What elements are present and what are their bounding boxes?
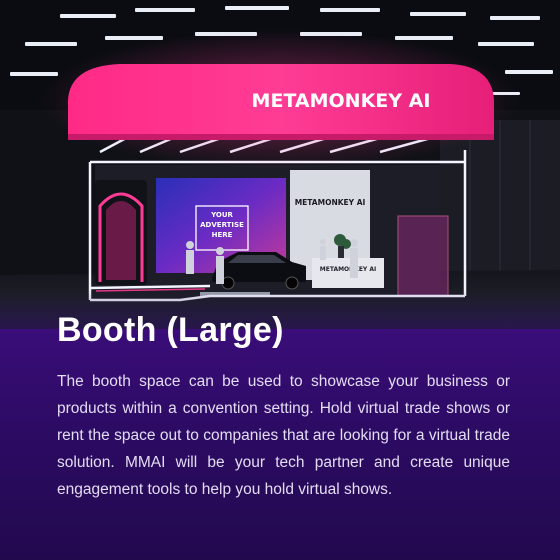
card-title: Booth (Large) bbox=[57, 311, 284, 349]
card-description: The booth space can be used to showcase … bbox=[57, 373, 510, 498]
reception-desk bbox=[312, 258, 384, 288]
booth-render: METAMONKEY AI YOUR ADVERTISE HERE METAMO… bbox=[0, 0, 560, 330]
desk-logo: METAMONKEY AI bbox=[320, 266, 377, 273]
header-sign-text: METAMONKEY AI bbox=[252, 90, 431, 112]
booth-card: METAMONKEY AI YOUR ADVERTISE HERE METAMO… bbox=[0, 0, 560, 560]
screen-line-2: ADVERTISE bbox=[200, 221, 244, 229]
back-wall-logo: METAMONKEY AI bbox=[295, 198, 366, 207]
screen-line-3: HERE bbox=[212, 231, 233, 239]
screen-line-1: YOUR bbox=[210, 211, 233, 219]
glass-showcase bbox=[397, 215, 449, 297]
